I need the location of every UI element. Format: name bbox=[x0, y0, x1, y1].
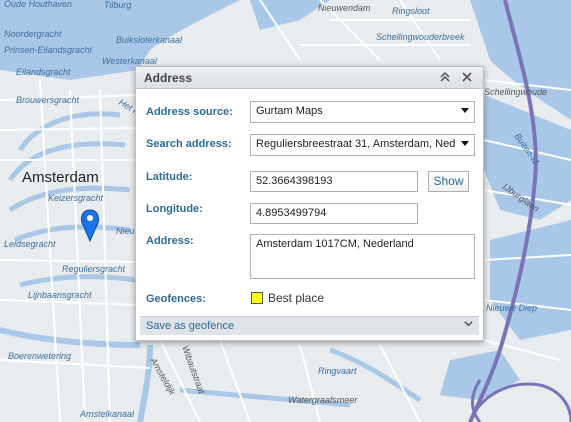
svg-text:Noordergracht: Noordergracht bbox=[4, 29, 62, 39]
dialog-header[interactable]: Address bbox=[136, 67, 483, 89]
chevron-down-icon[interactable] bbox=[464, 317, 473, 335]
svg-text:Schellingwouderbreek: Schellingwouderbreek bbox=[376, 32, 465, 42]
svg-text:Boerenwetering: Boerenwetering bbox=[8, 351, 71, 361]
address-source-label: Address source: bbox=[146, 106, 233, 118]
svg-text:Reguliersgracht: Reguliersgracht bbox=[62, 264, 126, 274]
svg-text:Prinsen-Eilandsgracht: Prinsen-Eilandsgracht bbox=[4, 45, 93, 55]
dialog-title: Address bbox=[144, 70, 193, 85]
longitude-input[interactable]: 4.8953499794 bbox=[250, 203, 418, 224]
save-as-geofence-label: Save as geofence bbox=[146, 320, 235, 332]
latitude-value: 52.3664398193 bbox=[256, 175, 333, 187]
svg-text:Ringsloot: Ringsloot bbox=[392, 6, 430, 16]
address-dialog: Address Address source: Gurtam Maps Sear… bbox=[135, 66, 484, 341]
dropdown-arrow-icon bbox=[461, 141, 469, 146]
show-button[interactable]: Show bbox=[428, 171, 469, 192]
geofence-color-swatch bbox=[251, 292, 263, 304]
svg-text:Nieuwendam: Nieuwendam bbox=[318, 3, 371, 13]
svg-text:Leidsegracht: Leidsegracht bbox=[4, 239, 56, 249]
svg-text:Amsterdam: Amsterdam bbox=[22, 169, 99, 186]
svg-text:Watergraafsmeer: Watergraafsmeer bbox=[288, 395, 358, 405]
geofences-label: Geofences: bbox=[146, 293, 206, 305]
address-label: Address: bbox=[146, 235, 194, 247]
longitude-label: Longitude: bbox=[146, 203, 203, 215]
close-icon[interactable] bbox=[459, 71, 475, 85]
search-address-input[interactable]: Reguliersbreestraat 31, Amsterdam, Ned bbox=[250, 134, 475, 156]
search-address-value: Reguliersbreestraat 31, Amsterdam, Ned bbox=[256, 138, 456, 150]
svg-text:Buiksloterkanaal: Buiksloterkanaal bbox=[116, 35, 183, 45]
svg-text:Nieuwe Diep: Nieuwe Diep bbox=[486, 303, 537, 313]
latitude-input[interactable]: 52.3664398193 bbox=[250, 171, 418, 192]
svg-text:Tilburg: Tilburg bbox=[104, 0, 131, 10]
address-value: Amsterdam 1017CM, Nederland bbox=[256, 238, 414, 250]
address-source-value: Gurtam Maps bbox=[256, 105, 323, 117]
latitude-label: Latitude: bbox=[146, 171, 193, 183]
svg-text:Lijnbaansgracht: Lijnbaansgracht bbox=[28, 290, 92, 300]
svg-text:Ringvaart: Ringvaart bbox=[318, 366, 357, 376]
address-source-select[interactable]: Gurtam Maps bbox=[250, 101, 475, 123]
address-textarea[interactable]: Amsterdam 1017CM, Nederland bbox=[250, 234, 475, 279]
svg-text:Brouwersgracht: Brouwersgracht bbox=[16, 95, 80, 105]
search-address-label: Search address: bbox=[146, 138, 232, 150]
svg-text:Schellingwoude: Schellingwoude bbox=[484, 87, 547, 97]
svg-text:Eilandsgracht: Eilandsgracht bbox=[16, 67, 71, 77]
svg-text:Oude Houthaven: Oude Houthaven bbox=[4, 0, 72, 9]
save-as-geofence-bar[interactable]: Save as geofence bbox=[140, 316, 479, 335]
svg-text:Westerkanaal: Westerkanaal bbox=[102, 56, 158, 66]
dropdown-arrow-icon bbox=[461, 108, 469, 113]
svg-text:Amstelkanaal: Amstelkanaal bbox=[79, 409, 135, 419]
svg-text:Keizersgracht: Keizersgracht bbox=[48, 193, 104, 203]
double-chevron-up-icon[interactable] bbox=[437, 71, 453, 85]
longitude-value: 4.8953499794 bbox=[256, 207, 327, 219]
geofence-name[interactable]: Best place bbox=[268, 291, 324, 305]
